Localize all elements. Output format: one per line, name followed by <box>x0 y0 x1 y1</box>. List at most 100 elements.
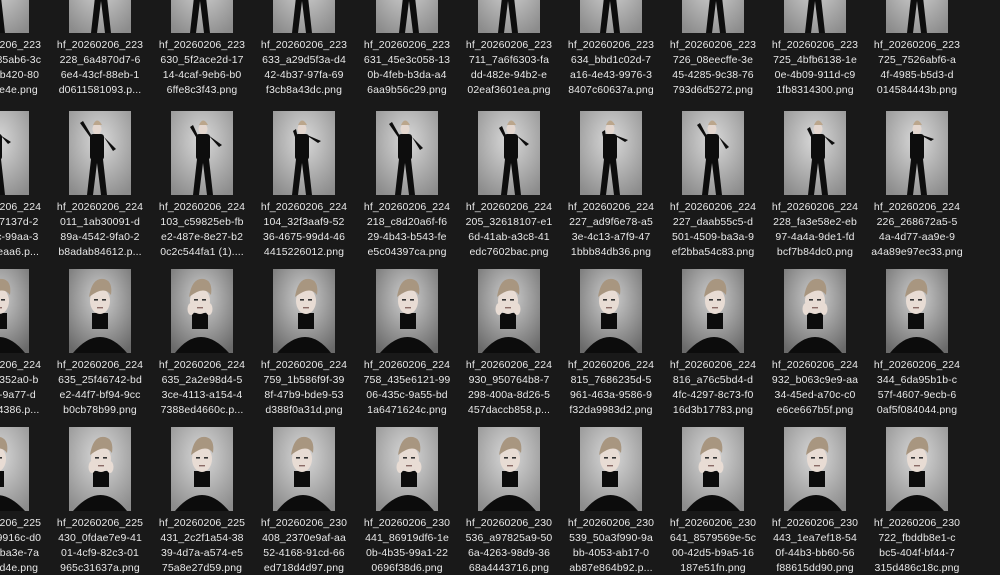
file-name: hf_20260206_225 429_4929916c-d0 d8-4627-… <box>0 517 42 574</box>
image-thumbnail[interactable] <box>69 0 131 33</box>
image-thumbnail[interactable] <box>0 427 29 511</box>
image-thumbnail[interactable] <box>886 269 948 353</box>
file-item[interactable]: hf_20260206_224 228_fa3e58e2-eb 97-4a4a-… <box>763 111 867 272</box>
image-thumbnail[interactable] <box>171 0 233 33</box>
file-name: hf_20260206_223 630_5f2ace2d-17 14-4caf-… <box>158 39 246 96</box>
file-item[interactable]: hf_20260206_224 344_6da95b1b-c 57f-4607-… <box>865 269 969 430</box>
image-thumbnail[interactable] <box>478 269 540 353</box>
file-item[interactable]: hf_20260206_224 604_5bb352a0-b 2c-417d-9… <box>0 269 50 430</box>
file-name: hf_20260206_224 227_ad9f6e78-a5 3e-4c13-… <box>567 201 655 258</box>
file-item[interactable]: hf_20260206_223 726_08eecffe-3e 45-4285-… <box>661 0 765 110</box>
image-thumbnail[interactable] <box>580 427 642 511</box>
file-name: hf_20260206_230 539_50a3f990-9a bb-4053-… <box>567 517 655 574</box>
file-item[interactable]: hf_20260206_230 722_fbddb8e1-c bc5-404f-… <box>865 427 969 575</box>
image-thumbnail[interactable] <box>69 111 131 195</box>
photo-icon <box>580 111 642 195</box>
image-thumbnail[interactable] <box>478 111 540 195</box>
image-thumbnail[interactable] <box>784 427 846 511</box>
image-thumbnail[interactable] <box>0 111 29 195</box>
image-thumbnail[interactable] <box>171 269 233 353</box>
image-thumbnail[interactable] <box>580 0 642 33</box>
image-thumbnail[interactable] <box>273 269 335 353</box>
file-item[interactable]: hf_20260206_223 228_6a4870d7-6 6e4-43cf-… <box>48 0 152 110</box>
file-name: hf_20260206_224 758_435e6121-99 06-435c-… <box>363 359 451 416</box>
file-item[interactable]: hf_20260206_223 631_45e3c058-13 0b-4feb-… <box>355 0 459 110</box>
photo-icon <box>478 0 540 33</box>
image-thumbnail[interactable] <box>682 269 744 353</box>
file-item[interactable]: hf_20260206_224 104_32f3aaf9-52 36-4675-… <box>252 111 356 272</box>
file-name: hf_20260206_225 430_0fdae7e9-41 01-4cf9-… <box>56 517 144 574</box>
image-thumbnail[interactable] <box>682 0 744 33</box>
image-thumbnail[interactable] <box>478 427 540 511</box>
photo-icon <box>273 427 335 511</box>
file-item[interactable]: hf_20260206_223 725_4bfb6138-1e 0e-4b09-… <box>763 0 867 110</box>
image-thumbnail[interactable] <box>886 427 948 511</box>
file-item[interactable]: hf_20260206_224 227_ad9f6e78-a5 3e-4c13-… <box>559 111 663 272</box>
image-thumbnail[interactable] <box>273 111 335 195</box>
file-item[interactable]: hf_20260206_224 758_435e6121-99 06-435c-… <box>355 269 459 430</box>
photo-icon <box>682 111 744 195</box>
file-name: hf_20260206_224 104_32f3aaf9-52 36-4675-… <box>260 201 348 258</box>
file-item[interactable]: hf_20260206_225 431_2c2f1a54-38 39-4d7a-… <box>150 427 254 575</box>
image-thumbnail[interactable] <box>69 427 131 511</box>
image-thumbnail[interactable] <box>0 269 29 353</box>
file-item[interactable]: hf_20260206_224 103_c59825eb-fb e2-487e-… <box>150 111 254 272</box>
image-thumbnail[interactable] <box>784 0 846 33</box>
file-item[interactable]: hf_20260206_230 408_2370e9af-aa 52-4168-… <box>252 427 356 575</box>
file-item[interactable]: hf_20260206_224 011_1ab30091-d 89a-4542-… <box>48 111 152 272</box>
file-item[interactable]: hf_20260206_224 816_a76c5bd4-d 4fc-4297-… <box>661 269 765 430</box>
file-item[interactable]: hf_20260206_223 633_a29d5f3a-d4 42-4b37-… <box>252 0 356 110</box>
file-item[interactable]: hf_20260206_230 441_86919df6-1e 0b-4b35-… <box>355 427 459 575</box>
file-item[interactable]: hf_20260206_223 634_bbd1c02d-7 a16-4e43-… <box>559 0 663 110</box>
file-item[interactable]: hf_20260206_224 226_268672a5-5 4a-4d77-a… <box>865 111 969 272</box>
image-thumbnail[interactable] <box>0 0 29 33</box>
file-item[interactable]: hf_20260206_224 932_b063c9e9-aa 34-45ed-… <box>763 269 867 430</box>
image-thumbnail[interactable] <box>171 111 233 195</box>
photo-icon <box>682 427 744 511</box>
image-thumbnail[interactable] <box>376 111 438 195</box>
file-item[interactable]: hf_20260206_224 930_950764b8-7 298-400a-… <box>457 269 561 430</box>
file-item[interactable]: hf_20260206_230 641_8579569e-5c 00-42d5-… <box>661 427 765 575</box>
image-thumbnail[interactable] <box>682 427 744 511</box>
image-thumbnail[interactable] <box>273 427 335 511</box>
file-item[interactable]: hf_20260206_224 012_0db7137d-2 64e-4ecc-… <box>0 111 50 272</box>
file-item[interactable]: hf_20260206_223 725_7526abf6-a 4f-4985-b… <box>865 0 969 110</box>
file-item[interactable]: hf_20260206_230 443_1ea7ef18-54 0f-44b3-… <box>763 427 867 575</box>
file-item[interactable]: hf_20260206_224 635_25f46742-bd e2-44f7-… <box>48 269 152 430</box>
file-item[interactable]: hf_20260206_223 431_63385ab6-3c 78-4d54-… <box>0 0 50 110</box>
image-thumbnail[interactable] <box>478 0 540 33</box>
file-item[interactable]: hf_20260206_225 429_4929916c-d0 d8-4627-… <box>0 427 50 575</box>
image-thumbnail[interactable] <box>273 0 335 33</box>
image-thumbnail[interactable] <box>376 0 438 33</box>
image-thumbnail[interactable] <box>171 427 233 511</box>
file-item[interactable]: hf_20260206_224 205_32618107-e1 6d-41ab-… <box>457 111 561 272</box>
image-thumbnail[interactable] <box>69 269 131 353</box>
file-item[interactable]: hf_20260206_223 630_5f2ace2d-17 14-4caf-… <box>150 0 254 110</box>
image-thumbnail[interactable] <box>376 427 438 511</box>
image-thumbnail[interactable] <box>784 111 846 195</box>
file-item[interactable]: hf_20260206_224 815_7686235d-5 961-463a-… <box>559 269 663 430</box>
photo-icon <box>478 269 540 353</box>
file-name: hf_20260206_224 635_25f46742-bd e2-44f7-… <box>56 359 144 416</box>
file-item[interactable]: hf_20260206_230 539_50a3f990-9a bb-4053-… <box>559 427 663 575</box>
file-item[interactable]: hf_20260206_224 218_c8d20a6f-f6 29-4b43-… <box>355 111 459 272</box>
image-thumbnail[interactable] <box>886 111 948 195</box>
image-thumbnail[interactable] <box>580 111 642 195</box>
file-name: hf_20260206_230 641_8579569e-5c 00-42d5-… <box>669 517 757 574</box>
image-thumbnail[interactable] <box>580 269 642 353</box>
file-item[interactable]: hf_20260206_230 536_a97825a9-50 6a-4263-… <box>457 427 561 575</box>
photo-icon <box>273 111 335 195</box>
file-item[interactable]: hf_20260206_225 430_0fdae7e9-41 01-4cf9-… <box>48 427 152 575</box>
file-item[interactable]: hf_20260206_224 635_2a2e98d4-5 3ce-4113-… <box>150 269 254 430</box>
image-thumbnail[interactable] <box>784 269 846 353</box>
image-thumbnail[interactable] <box>886 0 948 33</box>
photo-icon <box>171 269 233 353</box>
photo-icon <box>580 0 642 33</box>
image-thumbnail[interactable] <box>682 111 744 195</box>
file-name: hf_20260206_224 604_5bb352a0-b 2c-417d-9… <box>0 359 42 416</box>
file-item[interactable]: hf_20260206_224 759_1b586f9f-39 8f-47b9-… <box>252 269 356 430</box>
file-item[interactable]: hf_20260206_223 711_7a6f6303-fa dd-482e-… <box>457 0 561 110</box>
image-thumbnail[interactable] <box>376 269 438 353</box>
photo-icon <box>478 427 540 511</box>
file-item[interactable]: hf_20260206_224 227_daab55c5-d 501-4509-… <box>661 111 765 272</box>
